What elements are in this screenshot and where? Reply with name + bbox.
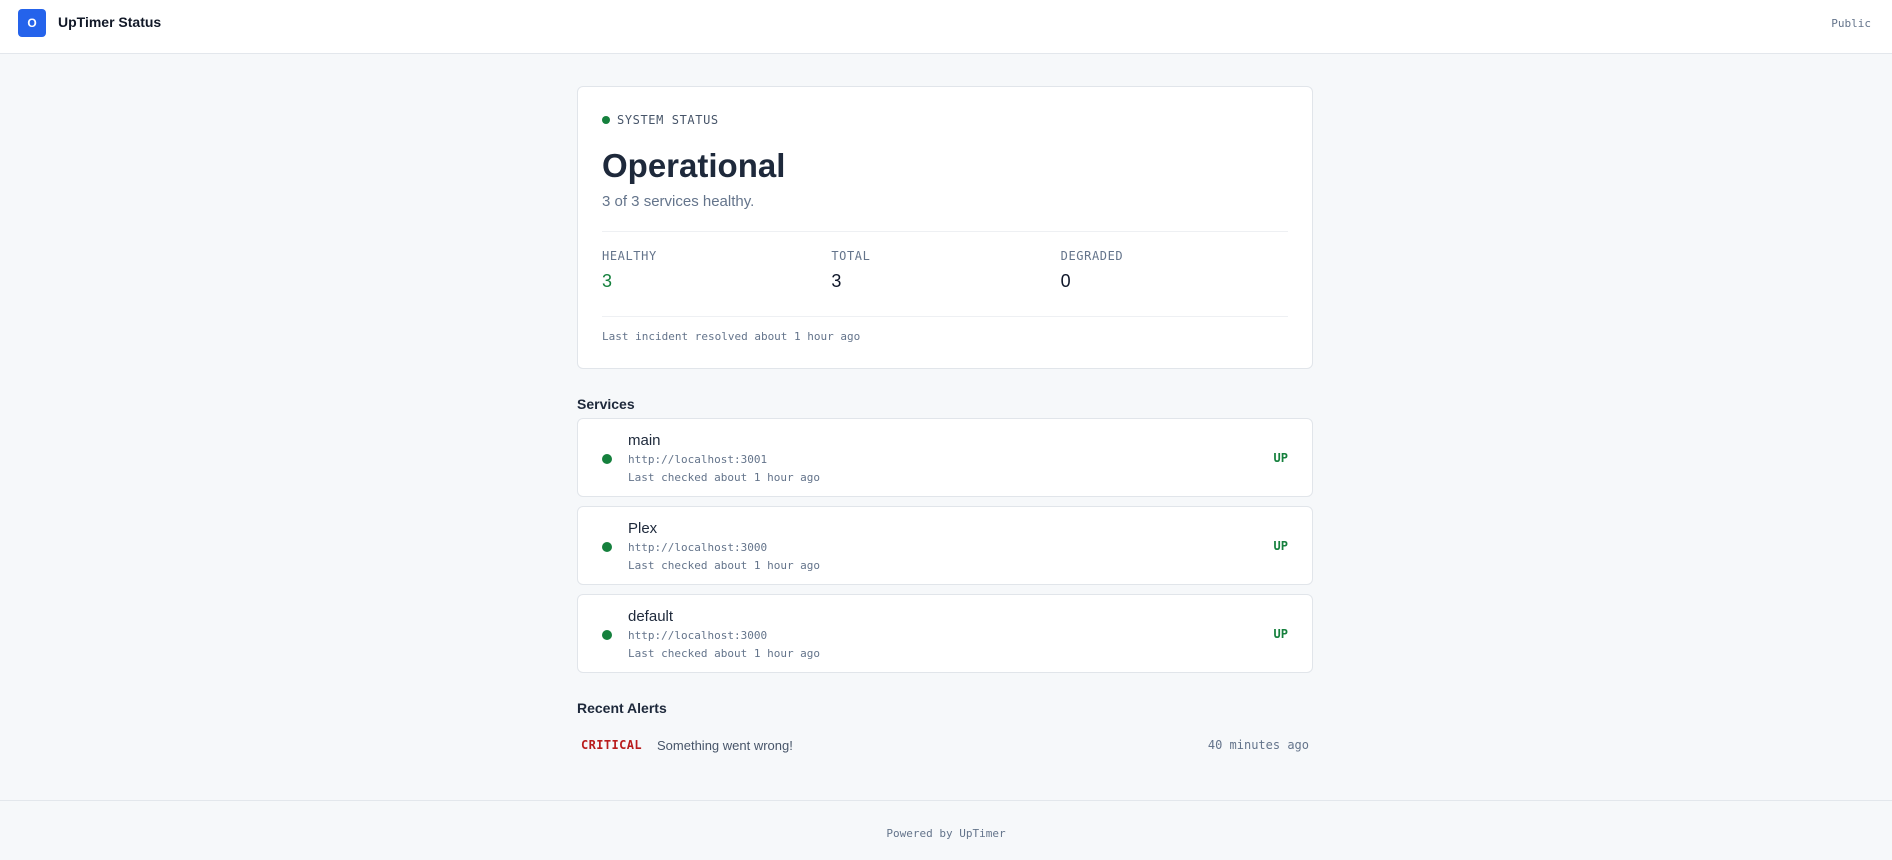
- visibility-label: Public: [1831, 17, 1871, 30]
- status-dot-icon: [602, 116, 610, 124]
- system-status-card: SYSTEM STATUS Operational 3 of 3 service…: [577, 86, 1313, 369]
- service-state-badge: UP: [1273, 539, 1288, 553]
- service-status-dot-icon: [602, 630, 612, 640]
- powered-by-text[interactable]: Powered by UpTimer: [0, 827, 1892, 840]
- service-state-badge: UP: [1273, 627, 1288, 641]
- system-status-label: SYSTEM STATUS: [602, 113, 719, 127]
- stat-degraded: DEGRADED 0: [1061, 249, 1290, 292]
- service-last-checked: Last checked about 1 hour ago: [628, 471, 821, 484]
- alert-timestamp: 40 minutes ago: [1207, 738, 1309, 752]
- service-last-checked: Last checked about 1 hour ago: [628, 559, 821, 572]
- divider: [602, 231, 1288, 232]
- stat-value: 3: [831, 271, 842, 291]
- service-last-checked: Last checked about 1 hour ago: [628, 647, 821, 660]
- stat-total: TOTAL 3: [831, 249, 1060, 292]
- service-name: main: [628, 432, 661, 449]
- stat-label: DEGRADED: [1060, 249, 1124, 263]
- service-url[interactable]: http://localhost:3000: [628, 541, 767, 554]
- main-content: SYSTEM STATUS Operational 3 of 3 service…: [577, 86, 1313, 760]
- system-status-text: SYSTEM STATUS: [617, 113, 719, 127]
- stat-value: 0: [1060, 271, 1071, 291]
- stat-label: TOTAL: [831, 249, 871, 263]
- overall-status-headline: Operational: [602, 147, 786, 184]
- footer: Powered by UpTimer: [0, 800, 1892, 860]
- service-status-dot-icon: [602, 454, 612, 464]
- app-title[interactable]: UpTimer Status: [58, 14, 161, 30]
- alert-row[interactable]: CRITICAL Something went wrong! 40 minute…: [577, 730, 1313, 760]
- status-stats: HEALTHY 3 TOTAL 3 DEGRADED 0: [602, 249, 1290, 292]
- service-url[interactable]: http://localhost:3001: [628, 453, 767, 466]
- service-card-main[interactable]: main http://localhost:3001 Last checked …: [577, 418, 1313, 497]
- service-url[interactable]: http://localhost:3000: [628, 629, 767, 642]
- recent-alerts-heading: Recent Alerts: [577, 700, 667, 716]
- service-list: main http://localhost:3001 Last checked …: [577, 418, 1313, 673]
- service-name: Plex: [628, 520, 658, 537]
- service-status-dot-icon: [602, 542, 612, 552]
- divider: [602, 316, 1288, 317]
- last-incident-text: Last incident resolved about 1 hour ago: [602, 330, 861, 343]
- status-summary: 3 of 3 services healthy.: [602, 193, 755, 210]
- service-state-badge: UP: [1273, 451, 1288, 465]
- alert-severity-badge: CRITICAL: [581, 738, 642, 752]
- app-logo[interactable]: O: [18, 9, 46, 37]
- top-bar: O UpTimer Status Public: [0, 0, 1892, 54]
- stat-healthy: HEALTHY 3: [602, 249, 831, 292]
- alert-message: Something went wrong!: [657, 738, 793, 753]
- stat-value: 3: [602, 271, 613, 291]
- service-card-default[interactable]: default http://localhost:3000 Last check…: [577, 594, 1313, 673]
- services-heading: Services: [577, 396, 635, 412]
- service-name: default: [628, 608, 674, 625]
- service-card-plex[interactable]: Plex http://localhost:3000 Last checked …: [577, 506, 1313, 585]
- stat-label: HEALTHY: [602, 249, 657, 263]
